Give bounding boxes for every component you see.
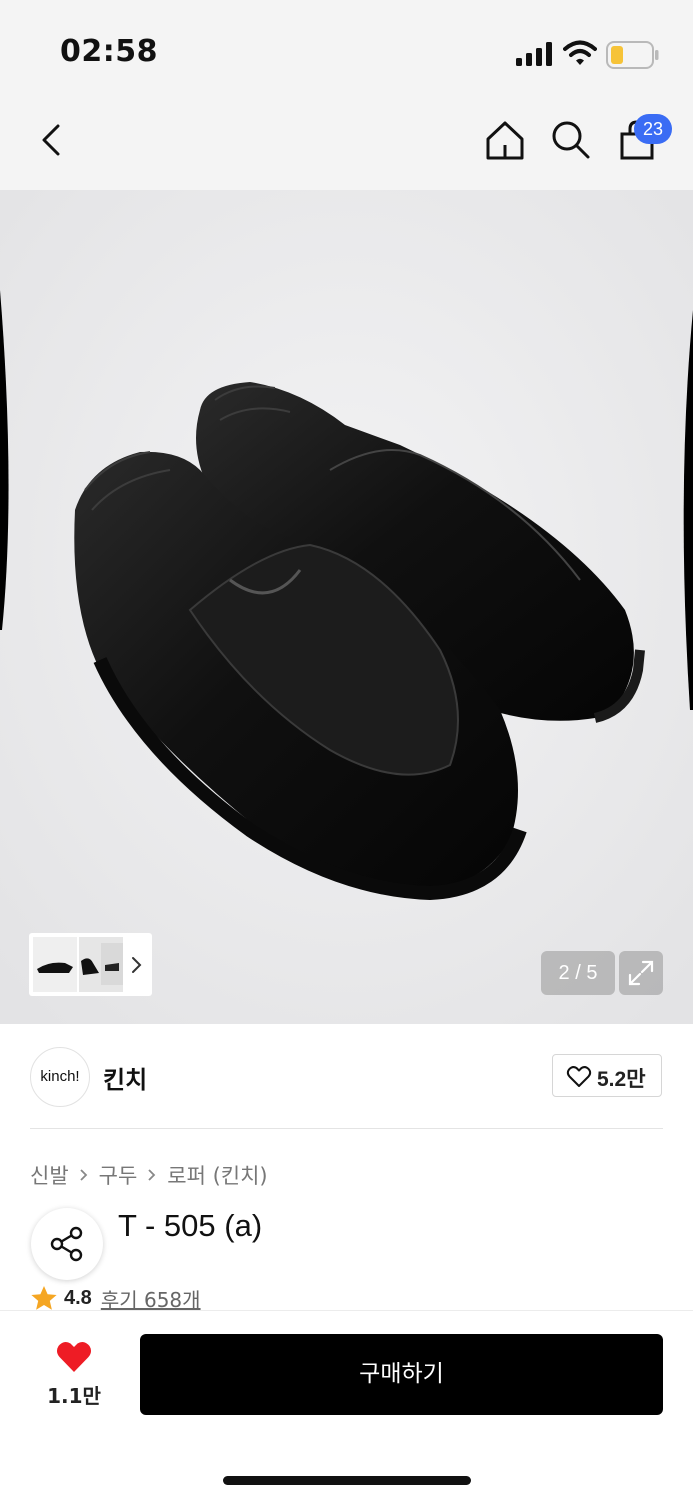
share-icon: [50, 1226, 83, 1262]
brand-name[interactable]: 킨치: [103, 1060, 147, 1095]
status-time: 02:58: [60, 34, 158, 69]
wish-count: 1.1만: [47, 1384, 101, 1408]
search-button[interactable]: [548, 117, 594, 163]
breadcrumb-item-shoes[interactable]: 신발: [30, 1160, 69, 1190]
expand-image-button[interactable]: [619, 951, 663, 995]
product-title-text: T - 505 (a): [118, 1208, 263, 1243]
home-button[interactable]: [482, 117, 528, 163]
brand-like-count: 5.2만: [597, 1068, 646, 1091]
breadcrumb-item-loafer[interactable]: 로퍼 (킨치): [167, 1160, 267, 1190]
divider: [30, 1128, 663, 1129]
home-indicator: [223, 1476, 471, 1485]
share-button[interactable]: [31, 1208, 103, 1280]
chevron-right-icon: [148, 1169, 156, 1181]
buy-button[interactable]: 구매하기: [140, 1334, 663, 1415]
loafer-shoes-image: [0, 190, 693, 1024]
brand-logo[interactable]: kinch!: [30, 1047, 90, 1107]
battery-icon: [606, 41, 659, 69]
breadcrumb-item-dress-shoes[interactable]: 구두: [99, 1160, 138, 1190]
back-button[interactable]: [30, 118, 74, 162]
rating-value: 4.8: [64, 1287, 92, 1309]
star-icon: [31, 1286, 57, 1310]
review-count-link[interactable]: 후기 658개: [101, 1284, 201, 1313]
heart-filled-icon[interactable]: [55, 1340, 93, 1374]
cart-count-badge: 23: [634, 114, 672, 144]
cellular-signal-icon: [516, 42, 552, 66]
expand-icon: [628, 960, 654, 986]
heart-outline-icon: [566, 1066, 592, 1087]
product-image[interactable]: [0, 190, 693, 1024]
rating-row: 4.8 후기 658개: [30, 1284, 201, 1313]
chevron-right-icon[interactable]: [126, 952, 148, 978]
image-counter: 2 / 5: [541, 951, 615, 995]
like-brand-button[interactable]: 5.2만: [552, 1054, 662, 1097]
chevron-right-icon: [80, 1169, 87, 1181]
wifi-icon: [563, 40, 597, 65]
breadcrumb: 신발 구두 로퍼 (킨치): [30, 1160, 268, 1190]
